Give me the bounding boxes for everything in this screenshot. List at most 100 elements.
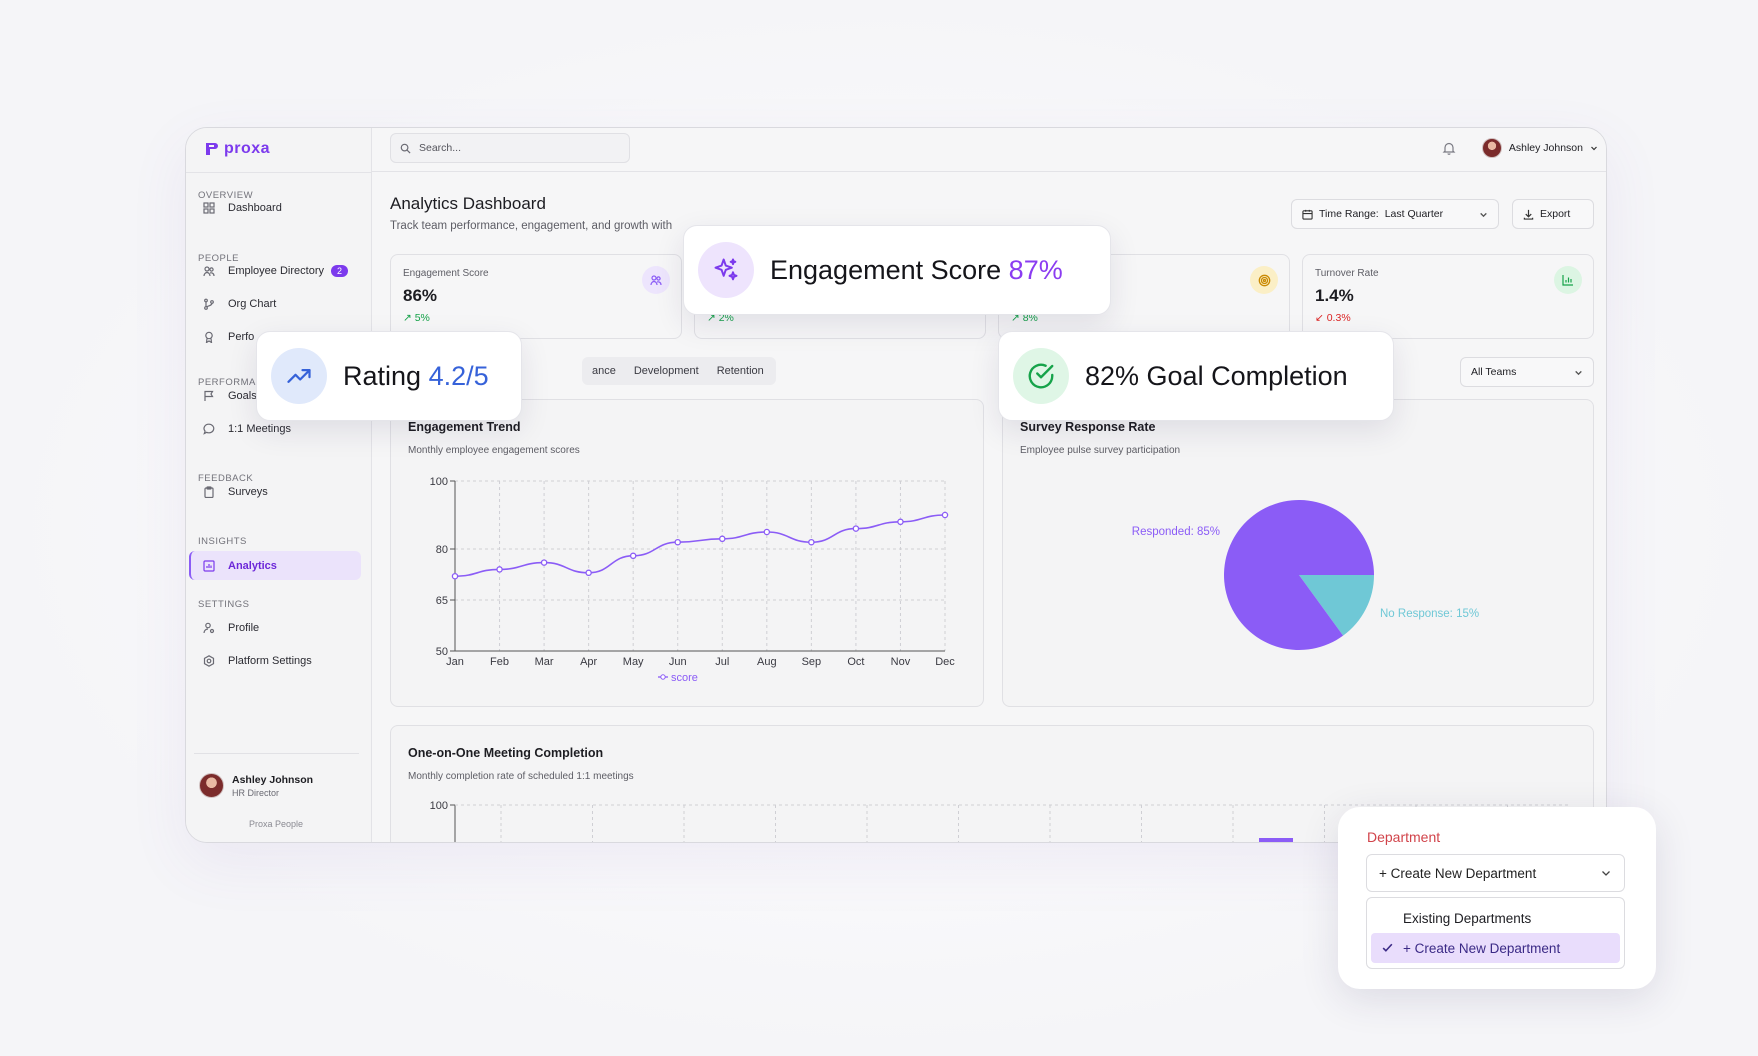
sidebar-item-employee-directory[interactable]: Employee Directory 2 [191,256,363,285]
kpi-delta-value: 0.3% [1326,312,1351,324]
rating-callout: Rating 4.2/5 [256,331,522,421]
y-tick-label: 65 [436,595,448,607]
chart-icon [203,559,215,572]
view-tabs: ance Development Retention [582,357,776,385]
brand-logo[interactable]: proxa [204,140,270,158]
search-icon [400,143,411,154]
department-option-selected[interactable]: + Create New Department [1371,933,1620,963]
tab-development[interactable]: Development [634,365,699,377]
department-option[interactable]: Existing Departments [1371,903,1620,933]
department-options-menu: Existing Departments + Create New Depart… [1366,897,1625,969]
chevron-down-icon [1575,370,1582,375]
x-tick-label: Jul [715,656,729,668]
department-selected-value: + Create New Department [1379,865,1537,881]
sidebar-item-label: Surveys [228,485,268,498]
branch-icon [203,298,215,310]
data-point [496,566,503,573]
avatar [1481,138,1502,158]
sidebar-item-label: Profile [228,621,260,634]
data-point [540,559,548,566]
chevron-down-icon [1591,146,1597,151]
data-point [763,528,771,536]
export-button[interactable]: Export [1512,199,1594,229]
teams-filter[interactable]: All Teams [1460,357,1594,387]
sidebar-item-org-chart[interactable]: Org Chart [191,289,363,318]
sidebar-item-surveys[interactable]: Surveys [191,477,363,506]
time-range-select[interactable]: Time Range: Last Quarter [1291,199,1499,229]
kpi-label: Engagement Score [403,268,489,279]
sidebar-user[interactable]: Ashley Johnson HR Director [199,773,313,798]
x-tick-label: Nov [891,656,911,668]
data-point [852,525,860,532]
sidebar-item-dashboard[interactable]: Dashboard [191,193,363,222]
sidebar-item-platform-settings[interactable]: Platform Settings [191,646,363,675]
download-icon [1523,209,1534,220]
kpi-delta-value: 5% [414,312,430,324]
chat-icon [203,423,215,435]
target-icon [1250,266,1278,294]
survey-pie-chart: Responded: 85% No Response: 15% [1132,500,1479,650]
callout-value: 87% [1008,254,1063,285]
users-icon [203,265,215,277]
avatar [199,773,224,798]
clipboard-icon [203,485,215,498]
time-range-label: Time Range: [1319,208,1379,220]
engagement-line-chart: Jan Feb Mar Apr May Jun Jul Aug Sep Oct Nov Dec 50 65… [430,476,956,684]
x-tick-label: Feb [490,656,509,668]
kpi-card-turnover: Turnover Rate 1.4% ↙ 0.3% [1302,254,1594,339]
topbar: Search... Ashley Johnson [372,128,1606,172]
sidebar-item-profile[interactable]: Profile [191,613,363,642]
teams-filter-value: All Teams [1471,366,1517,378]
y-tick-label: 80 [436,544,448,556]
tab-performance[interactable]: ance [592,365,616,377]
x-tick-label: Mar [535,656,554,668]
department-option-label: + Create New Department [1403,940,1561,956]
flag-icon [203,390,215,402]
sidebar-item-analytics[interactable]: Analytics [189,551,361,580]
kpi-value: 86% [403,286,438,305]
export-label: Export [1540,208,1571,220]
sidebar-item-label: Goals [228,389,257,402]
x-tick-label: Aug [757,656,777,668]
sidebar-item-label: Org Chart [228,297,277,310]
search-input[interactable]: Search... [390,133,630,163]
bell-icon[interactable] [1442,141,1456,155]
department-select[interactable]: + Create New Department [1366,854,1625,892]
department-dropdown-card: Department + Create New Department Exist… [1338,807,1656,989]
data-point [451,572,459,580]
page-subtitle: Track team performance, engagement, and … [390,220,673,232]
x-tick-label: Sep [802,656,822,668]
callout-text: 82% Goal Completion [1085,360,1348,391]
sidebar-item-label: Perfo [228,330,255,343]
series-line-score [454,514,946,577]
sidebar-item-label: 1:1 Meetings [228,422,291,435]
section-settings: SETTINGS [198,599,250,610]
sidebar-divider [186,172,371,173]
engagement-score-callout: Engagement Score 87% [683,225,1111,315]
award-icon [203,331,215,343]
kpi-card-engagement: Engagement Score 86% ↗ 5% [390,254,682,339]
sparkles-icon [698,242,754,298]
user-menu[interactable]: Ashley Johnson [1481,138,1598,158]
logo-mark-icon [206,143,218,155]
sidebar: proxa OVERVIEW Dashboard PEOPLE Employee… [186,128,372,842]
x-tick-label: Jun [669,656,687,668]
x-tick-label: May [623,656,644,668]
sidebar-item-label: Platform Settings [228,654,312,667]
brand-name: proxa [224,140,271,157]
pie-label-no-response: No Response: 15% [1380,608,1479,620]
section-insights: INSIGHTS [198,536,247,547]
tab-retention[interactable]: Retention [717,365,764,377]
data-point [585,569,592,577]
x-tick-label: Oct [847,656,864,668]
check-icon [1382,943,1393,952]
sidebar-divider [194,753,359,754]
sidebar-footer: Proxa People [248,819,304,829]
time-range-value: Last Quarter [1384,208,1444,220]
y-tick-label: 50 [436,646,448,658]
user-role: HR Director [232,787,280,798]
bar [1167,842,1201,843]
kpi-value: 1.4% [1315,286,1354,305]
bar-chart-icon [1554,266,1582,294]
kpi-delta: ↗ 5% [403,312,430,324]
